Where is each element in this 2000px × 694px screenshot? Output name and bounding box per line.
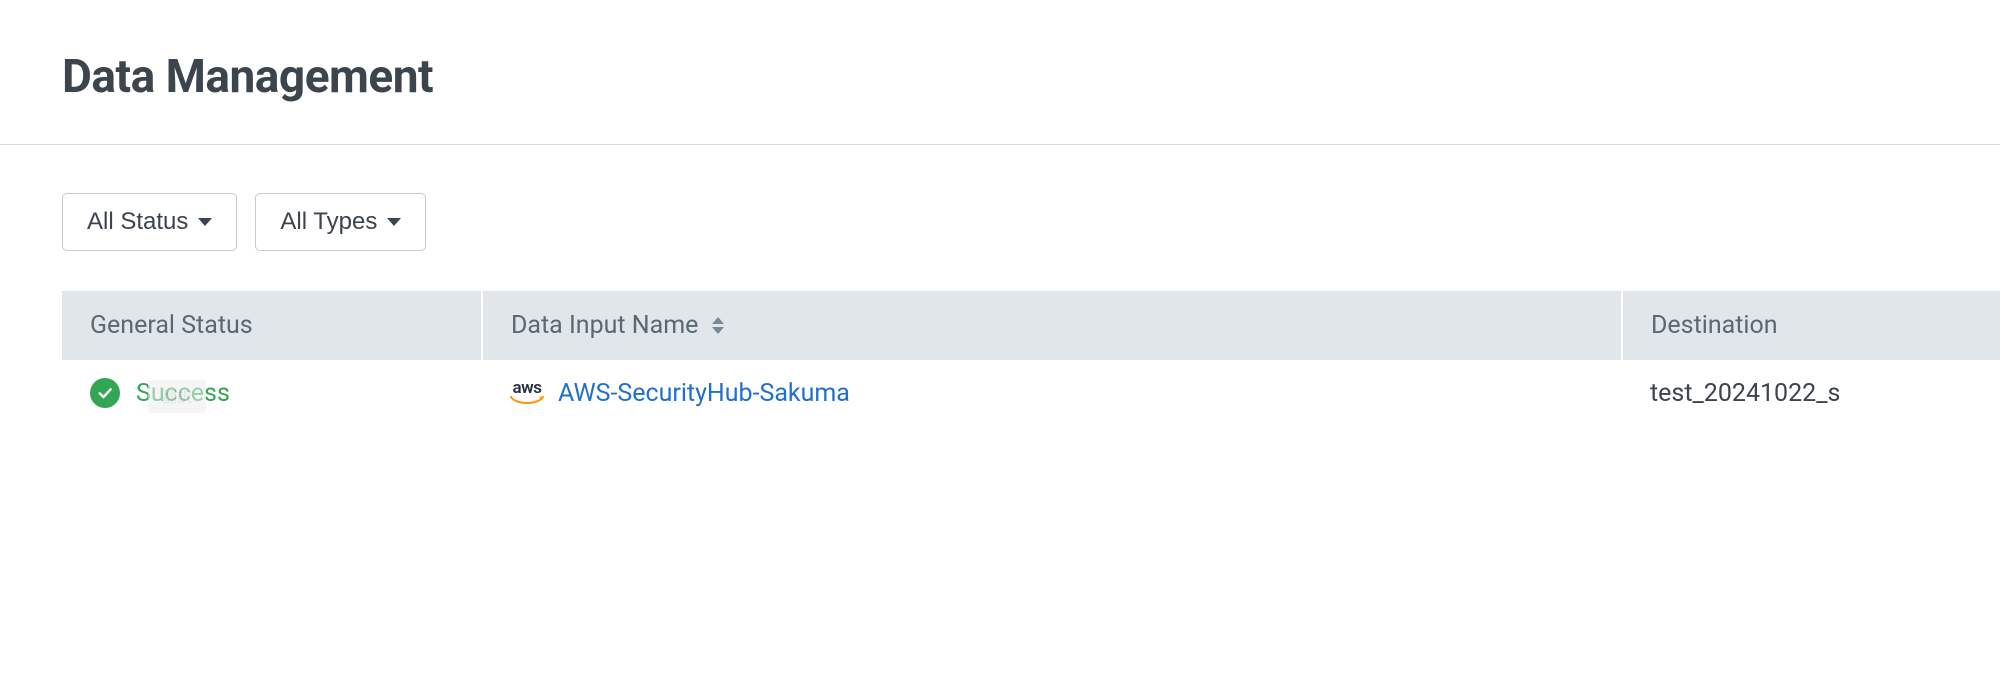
table-row: Success aws AWS-SecurityHub-Sakuma test_… xyxy=(62,360,2000,428)
sort-icon xyxy=(712,317,724,334)
status-filter-dropdown[interactable]: All Status xyxy=(62,193,237,251)
col-header-destination[interactable]: Destination xyxy=(1622,291,2000,360)
aws-icon: aws xyxy=(510,380,544,406)
data-table-container: General Status Data Input Name Destinati… xyxy=(62,291,2000,428)
cell-input-name: aws AWS-SecurityHub-Sakuma xyxy=(482,360,1622,428)
col-header-input-name-label: Data Input Name xyxy=(511,311,698,340)
col-header-status-label: General Status xyxy=(90,311,253,340)
input-name-link[interactable]: AWS-SecurityHub-Sakuma xyxy=(558,379,850,408)
caret-down-icon xyxy=(198,218,212,226)
types-filter-dropdown[interactable]: All Types xyxy=(255,193,426,251)
page-title: Data Management xyxy=(62,50,2000,104)
status-text: Success xyxy=(136,379,230,408)
data-table: General Status Data Input Name Destinati… xyxy=(62,291,2000,428)
aws-icon-text: aws xyxy=(513,380,542,397)
page-header: Data Management xyxy=(0,0,2000,145)
success-check-icon xyxy=(90,378,120,408)
col-header-input-name[interactable]: Data Input Name xyxy=(482,291,1622,360)
table-header-row: General Status Data Input Name Destinati… xyxy=(62,291,2000,360)
caret-down-icon xyxy=(387,218,401,226)
types-filter-label: All Types xyxy=(280,208,377,236)
destination-text: test_20241022_s xyxy=(1650,379,1840,408)
status-filter-label: All Status xyxy=(87,208,188,236)
cell-status: Success xyxy=(62,360,482,428)
col-header-destination-label: Destination xyxy=(1651,311,1778,340)
filters-row: All Status All Types xyxy=(0,145,2000,251)
cell-destination: test_20241022_s xyxy=(1622,360,2000,428)
col-header-status[interactable]: General Status xyxy=(62,291,482,360)
